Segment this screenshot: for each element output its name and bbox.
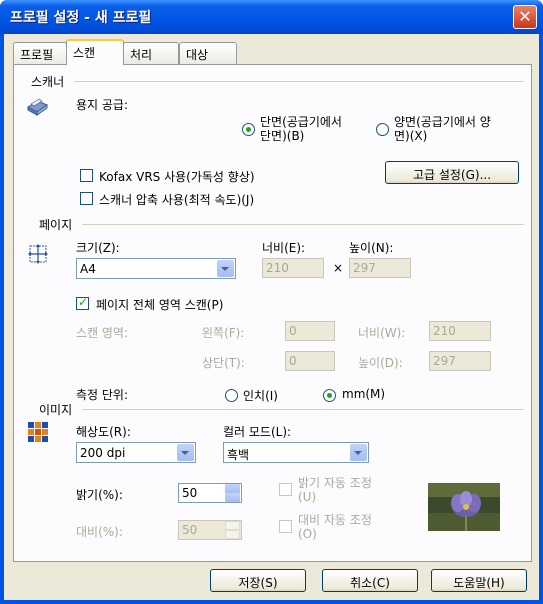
auto-brightness-label: 밝기 자동 조정 (U): [298, 476, 372, 504]
top-label: 상단(T):: [202, 356, 245, 370]
auto-brightness-line1: 밝기 자동 조정: [298, 476, 372, 490]
page-size-icon: [28, 244, 48, 264]
chevron-down-icon[interactable]: [350, 444, 367, 461]
advanced-settings-button[interactable]: 고급 설정(G)...: [385, 161, 519, 184]
compress-label[interactable]: 스캐너 압축 사용(최적 속도)(J): [99, 191, 254, 208]
inch-label[interactable]: 인치(I): [243, 387, 278, 404]
image-grid-icon: [28, 422, 48, 442]
duplex-radio[interactable]: [376, 123, 389, 136]
vrs-label[interactable]: Kofax VRS 사용(가독성 향상): [99, 168, 255, 185]
mm-radio[interactable]: [323, 389, 336, 402]
top-field: 0: [285, 351, 335, 371]
area-width-field: 210: [429, 321, 491, 341]
mm-radio-dot: [327, 393, 332, 398]
auto-contrast-label: 대비 자동 조정 (O): [298, 513, 372, 541]
cancel-button[interactable]: 취소(C): [322, 569, 418, 592]
spin-down-icon: [225, 530, 240, 539]
left-label: 왼쪽(F):: [202, 326, 245, 340]
scanner-icon: [27, 98, 48, 116]
tab-processing[interactable]: 처리: [123, 42, 179, 64]
page-divider: [82, 224, 524, 225]
window-title: 프로필 설정 - 새 프로필: [10, 10, 152, 26]
mm-label[interactable]: mm(M): [342, 387, 385, 401]
image-section-title: 이미지: [39, 403, 73, 417]
simplex-label-line1: 단면(공급기에서: [260, 115, 342, 129]
scanner-divider: [74, 81, 524, 82]
brightness-label: 밝기(%):: [76, 488, 123, 502]
title-bar[interactable]: 프로필 설정 - 새 프로필 ✕: [0, 0, 543, 34]
auto-contrast-checkbox[interactable]: [279, 520, 292, 533]
color-mode-combobox[interactable]: 흑백: [223, 442, 369, 463]
resolution-combobox[interactable]: 200 dpi: [76, 442, 196, 463]
full-area-checkbox[interactable]: ✓: [76, 295, 89, 310]
duplex-label-line2: 면)(X): [394, 129, 428, 143]
simplex-label-line2: 단면)(B): [260, 129, 305, 143]
page-section-title: 페이지: [39, 218, 73, 232]
auto-contrast-line2: (O): [298, 527, 317, 541]
contrast-spinner: [225, 521, 240, 539]
image-divider: [82, 409, 524, 410]
auto-brightness-checkbox[interactable]: [279, 483, 292, 496]
tab-destination[interactable]: 대상: [179, 42, 237, 64]
contrast-label: 대비(%):: [76, 525, 123, 539]
area-height-field: 297: [429, 351, 491, 371]
times-sign: ×: [333, 261, 344, 275]
dialog-client: 프로필 스캔 처리 대상 스캐너 용지 공급: 단면(공급기에서 단면)(B) …: [4, 34, 539, 600]
close-button[interactable]: ✕: [513, 5, 537, 29]
color-mode-combobox-value: 흑백: [227, 448, 250, 462]
save-button[interactable]: 저장(S): [210, 569, 306, 592]
scan-area-label: 스캔 영역:: [76, 326, 129, 340]
inch-radio[interactable]: [225, 389, 238, 402]
compress-checkbox[interactable]: [80, 192, 93, 205]
height-field: 297: [349, 258, 411, 278]
color-mode-label: 컬러 모드(L):: [223, 425, 292, 439]
width-field: 210: [262, 258, 324, 278]
size-combobox[interactable]: A4: [76, 258, 236, 279]
chevron-down-icon[interactable]: [177, 444, 194, 461]
width-label: 너비(E):: [262, 241, 306, 255]
duplex-label-line1: 양면(공급기에서 양: [394, 115, 491, 129]
scan-tab-panel: 스캐너 용지 공급: 단면(공급기에서 단면)(B) 양면(공급기에서 양 면)…: [13, 64, 532, 562]
spin-up-icon[interactable]: [225, 484, 240, 493]
simplex-radio-label[interactable]: 단면(공급기에서 단면)(B): [260, 115, 342, 143]
chevron-down-icon[interactable]: [217, 260, 234, 277]
duplex-radio-label[interactable]: 양면(공급기에서 양 면)(X): [394, 115, 491, 143]
tab-profile[interactable]: 프로필: [13, 42, 67, 64]
dialog-window: 프로필 설정 - 새 프로필 ✕ 프로필 스캔 처리 대상 스캐너 용지 공급:…: [0, 0, 543, 604]
auto-contrast-line1: 대비 자동 조정: [298, 513, 372, 527]
height-label: 높이(N):: [349, 241, 394, 255]
spin-down-icon[interactable]: [225, 493, 240, 502]
spin-up-icon: [225, 521, 240, 530]
brightness-spinner[interactable]: [225, 484, 240, 502]
left-field: 0: [285, 321, 335, 341]
full-area-label[interactable]: 페이지 전체 영역 스캔(P): [96, 296, 223, 313]
size-label: 크기(Z):: [76, 241, 120, 255]
brightness-value: 50: [182, 486, 198, 500]
preview-image: [428, 483, 500, 531]
contrast-value: 50: [182, 523, 198, 537]
size-combobox-value: A4: [80, 262, 96, 276]
help-button[interactable]: 도움말(H): [431, 569, 527, 592]
tab-scan[interactable]: 스캔: [66, 39, 124, 65]
resolution-combobox-value: 200 dpi: [80, 446, 126, 460]
auto-brightness-line2: (U): [298, 490, 317, 504]
area-height-label: 높이(D):: [358, 356, 403, 370]
area-width-label: 너비(W):: [358, 326, 406, 340]
units-label: 측정 단위:: [76, 388, 129, 402]
checkmark-icon: ✓: [78, 295, 89, 309]
simplex-radio-dot: [246, 127, 251, 132]
resolution-label: 해상도(R):: [76, 425, 131, 439]
paper-source-label: 용지 공급:: [76, 98, 129, 112]
simplex-radio[interactable]: [242, 123, 255, 136]
vrs-checkbox[interactable]: [80, 169, 93, 182]
scanner-section-title: 스캐너: [31, 75, 65, 89]
